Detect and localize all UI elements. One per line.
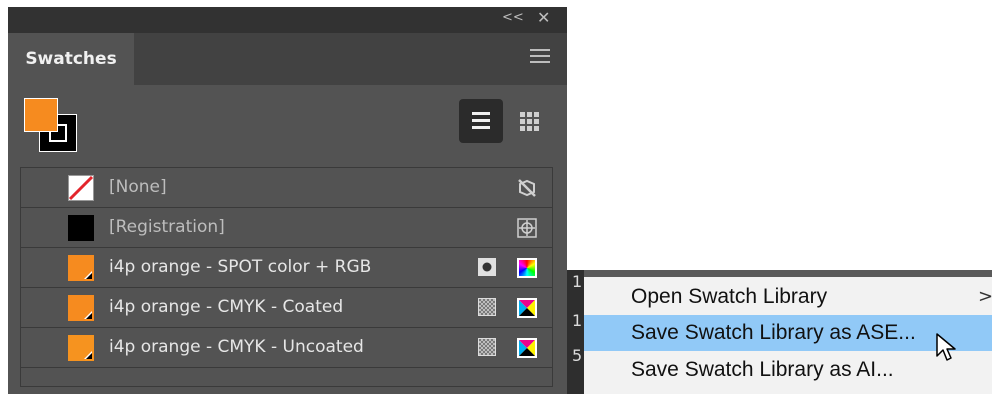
background-text: 1 <box>572 311 583 330</box>
swatch-name: i4p orange - CMYK - Coated <box>109 297 344 317</box>
tab-swatches[interactable]: Swatches <box>8 33 134 85</box>
menu-item-label: Save Swatch Library as ASE... <box>631 321 916 344</box>
panel-menu-icon[interactable] <box>530 49 550 69</box>
swatch-chip <box>68 295 94 321</box>
menu-item-open-swatch-library[interactable]: Open Swatch Library > <box>584 279 992 315</box>
swatch-list: [None] [Registration] i4p orange - SPOT … <box>20 167 553 387</box>
menu-item-save-ai[interactable]: Save Swatch Library as AI... <box>584 352 992 388</box>
mouse-cursor-icon <box>936 333 956 361</box>
panel-tab-bar: Swatches <box>8 33 567 85</box>
collapse-panel-button[interactable]: << <box>502 10 524 25</box>
menu-item-save-ase[interactable]: Save Swatch Library as ASE... <box>584 315 992 351</box>
close-panel-button[interactable]: ✕ <box>537 8 550 27</box>
swatch-row-registration[interactable]: [Registration] <box>21 208 552 248</box>
background-text: 5 <box>572 346 583 365</box>
none-swatch-icon <box>68 175 94 201</box>
grid-view-icon[interactable] <box>507 99 551 143</box>
fill-swatch[interactable] <box>24 98 58 132</box>
swatch-row-spot[interactable]: i4p orange - SPOT color + RGB <box>21 248 552 288</box>
swatch-name: [Registration] <box>109 217 225 237</box>
swatch-name: i4p orange - SPOT color + RGB <box>109 257 372 277</box>
list-view-icon[interactable] <box>459 99 503 143</box>
swatch-name: i4p orange - CMYK - Uncoated <box>109 337 364 357</box>
swatches-panel: << ✕ Swatches [None] [Registration] i4p … <box>8 7 567 394</box>
process-color-icon <box>478 298 496 316</box>
swatches-context-menu: Open Swatch Library > Save Swatch Librar… <box>584 277 992 394</box>
background-text: 1 <box>572 272 583 291</box>
registration-swatch-chip <box>68 215 94 241</box>
process-color-icon <box>478 338 496 356</box>
cmyk-mode-icon <box>517 298 537 318</box>
menu-item-label: Open Swatch Library <box>631 285 828 308</box>
rgb-mode-icon <box>517 258 537 278</box>
swatch-chip <box>68 335 94 361</box>
cmyk-mode-icon <box>517 338 537 358</box>
swatch-row-cmyk-coated[interactable]: i4p orange - CMYK - Coated <box>21 288 552 328</box>
no-edit-icon <box>518 179 536 197</box>
swatch-row-cmyk-uncoated[interactable]: i4p orange - CMYK - Uncoated <box>21 328 552 368</box>
swatch-chip <box>68 255 94 281</box>
menu-item-label: Save Swatch Library as AI... <box>631 358 894 381</box>
swatch-name: [None] <box>109 177 167 197</box>
panel-title-bar: << ✕ <box>8 7 567 33</box>
chevron-right-icon: > <box>978 286 992 307</box>
registration-icon <box>517 218 537 238</box>
spot-color-icon <box>478 258 496 276</box>
swatch-row-none[interactable]: [None] <box>21 168 552 208</box>
